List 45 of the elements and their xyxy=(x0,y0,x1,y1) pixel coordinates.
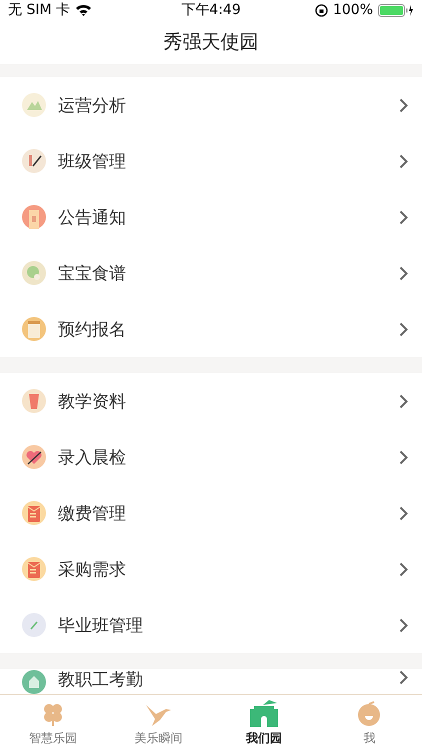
nav-title: 秀强天使园 xyxy=(164,30,258,55)
menu-row[interactable]: 教学资料 xyxy=(0,373,422,429)
menu-row[interactable]: 预约报名 xyxy=(0,301,422,357)
chevron-icon xyxy=(399,506,408,520)
rotation-lock-icon xyxy=(314,4,328,16)
tab-button[interactable]: 美乐瞬间 xyxy=(106,695,211,750)
menu-row[interactable]: 运营分析 xyxy=(0,77,422,133)
menu-row[interactable]: 宝宝食谱 xyxy=(0,245,422,301)
battery-text: 100% xyxy=(332,2,374,18)
menu-row[interactable]: 缴费管理 xyxy=(0,485,422,541)
menu-label: 教学资料 xyxy=(58,390,127,412)
menu-label: 班级管理 xyxy=(58,150,127,172)
tab-button[interactable]: 智慧乐园 xyxy=(0,695,106,750)
menu-label: 运营分析 xyxy=(58,94,127,116)
menu-label: 采购需求 xyxy=(58,558,127,580)
carrier-text: 无 SIM 卡 xyxy=(8,1,70,19)
chevron-icon xyxy=(399,394,408,408)
chevron-icon xyxy=(399,266,408,280)
chevron-icon xyxy=(399,670,408,685)
chevron-icon xyxy=(399,618,408,632)
menu-label: 公告通知 xyxy=(58,206,127,228)
menu-label: 缴费管理 xyxy=(58,502,127,524)
menu-label: 宝宝食谱 xyxy=(58,262,127,284)
menu-label: 预约报名 xyxy=(58,318,127,340)
menu-row[interactable]: 采购需求 xyxy=(0,541,422,597)
menu-label: 教职工考勤 xyxy=(58,670,144,691)
chevron-icon xyxy=(399,322,408,336)
tab-button[interactable]: 我们园 xyxy=(211,695,316,750)
menu-row[interactable]: 班级管理 xyxy=(0,133,422,189)
chevron-icon xyxy=(399,562,408,576)
wifi-icon xyxy=(75,4,92,16)
menu-row[interactable]: 公告通知 xyxy=(0,189,422,245)
menu-row[interactable]: 毕业班管理 xyxy=(0,597,422,653)
battery-icon xyxy=(378,4,414,16)
menu-label: 录入晨检 xyxy=(58,446,127,468)
clock-text: 下午4:49 xyxy=(181,1,241,19)
menu-label: 毕业班管理 xyxy=(58,614,144,636)
menu-row[interactable]: 录入晨检 xyxy=(0,429,422,485)
chevron-icon xyxy=(399,210,408,224)
menu-row[interactable]: 教职工考勤 xyxy=(0,669,422,694)
tab-button[interactable]: 我 xyxy=(316,695,422,750)
chevron-icon xyxy=(399,154,408,168)
chevron-icon xyxy=(399,98,408,112)
chevron-icon xyxy=(399,450,408,464)
face-icon xyxy=(356,701,382,727)
